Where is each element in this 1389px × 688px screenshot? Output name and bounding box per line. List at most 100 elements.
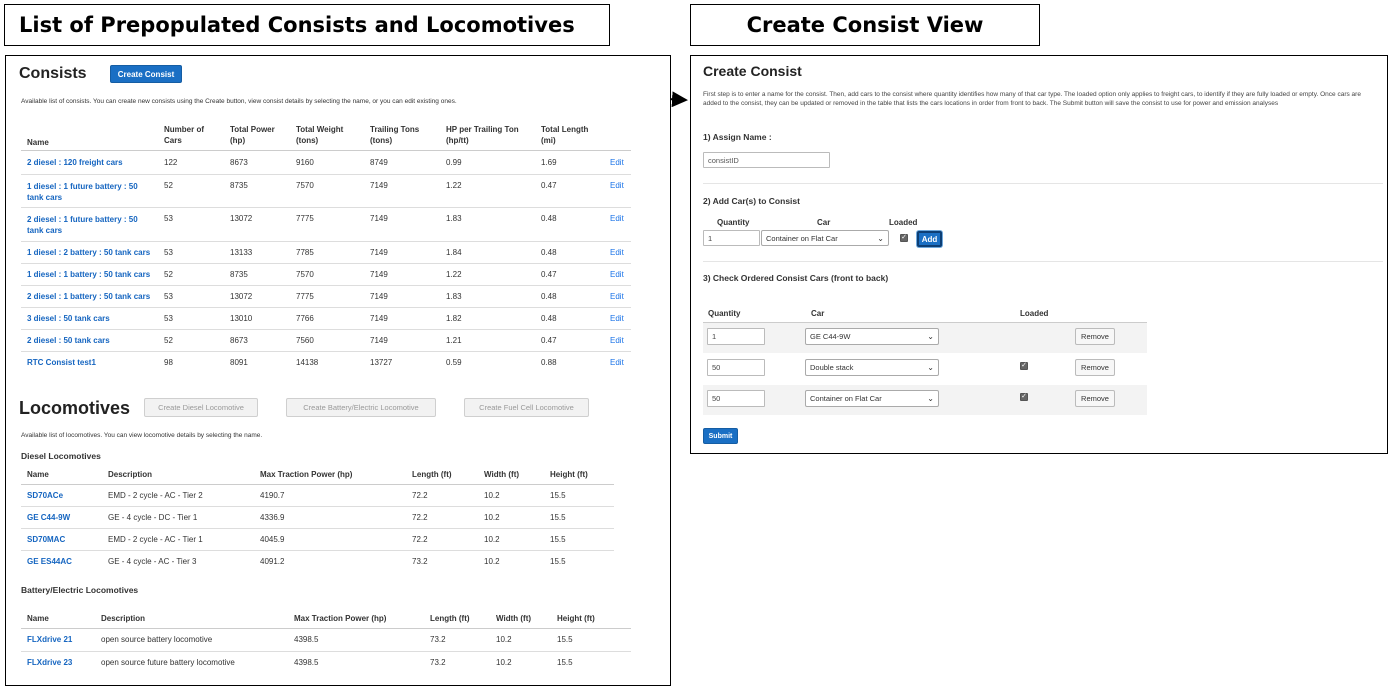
ordered-col-car: Car [811,309,825,318]
ordered-quantity-input[interactable]: 50 [707,359,765,376]
cell-trailing: 13727 [370,358,393,367]
cell-weight: 7775 [296,292,314,301]
consist-link[interactable]: 2 diesel : 1 future battery : 50 tank ca… [27,214,152,236]
edit-link[interactable]: Edit [610,158,624,167]
cell-description: GE - 4 cycle - DC - Tier 1 [108,513,198,522]
locomotives-heading: Locomotives [19,398,131,418]
ordered-col-quantity: Quantity [708,309,741,318]
add-car-select[interactable]: Container on Flat Car ⌄ [761,230,889,246]
loaded-checkbox[interactable]: ✓ [1020,393,1028,401]
ordered-car-select-value: Container on Flat Car [810,394,882,403]
locomotive-link[interactable]: GE C44-9W [27,513,70,522]
cell-trailing: 7149 [370,214,388,223]
row-divider [21,207,631,208]
cell-hppt: 0.99 [446,158,462,167]
create-diesel-locomotive-button[interactable]: Create Diesel Locomotive [144,398,258,417]
col-header-power: Total Power (hp) [230,125,275,145]
battery-col-height: Height (ft) [557,614,595,623]
cell-power: 13133 [230,248,253,257]
consist-link[interactable]: 2 diesel : 1 battery : 50 tank cars [27,292,150,301]
col-header-length: Total Length (mi) [541,125,589,145]
consist-name-input[interactable]: consistID [703,152,830,168]
cell-power: 4398.5 [294,635,319,644]
consist-link[interactable]: RTC Consist test1 [27,358,96,367]
create-battery-locomotive-button[interactable]: Create Battery/Electric Locomotive [286,398,436,417]
cell-cars: 53 [164,314,173,323]
add-quantity-input[interactable]: 1 [703,230,760,246]
consist-link[interactable]: 1 diesel : 1 battery : 50 tank cars [27,270,150,279]
locomotive-link[interactable]: SD70ACe [27,491,63,500]
edit-link[interactable]: Edit [610,270,624,279]
cell-cars: 53 [164,214,173,223]
edit-link[interactable]: Edit [610,214,624,223]
cell-weight: 7785 [296,248,314,257]
cell-cars: 52 [164,270,173,279]
cell-weight: 7570 [296,181,314,190]
diesel-col-name: Name [27,470,49,479]
locomotive-link[interactable]: GE ES44AC [27,557,72,566]
cell-cars: 53 [164,248,173,257]
header-divider [21,628,631,629]
cell-hppt: 1.83 [446,292,462,301]
cell-power: 8673 [230,336,248,345]
edit-link[interactable]: Edit [610,181,624,190]
cell-height: 15.5 [550,557,566,566]
create-consist-button[interactable]: Create Consist [110,65,182,83]
diesel-col-height: Height (ft) [550,470,588,479]
row-divider [21,351,631,352]
create-consist-heading: Create Consist [703,63,802,79]
add-loaded-checkbox[interactable]: ✓ [900,234,908,242]
locomotive-link[interactable]: FLXdrive 23 [27,658,72,667]
cell-cars: 122 [164,158,178,167]
col-header-weight: Total Weight (tons) [296,125,344,145]
cell-length: 0.47 [541,270,557,279]
consist-link[interactable]: 3 diesel : 50 tank cars [27,314,110,323]
add-col-loaded: Loaded [889,218,918,227]
row-divider [21,506,614,507]
diesel-col-width: Width (ft) [484,470,520,479]
header-divider [21,150,631,151]
cell-description: GE - 4 cycle - AC - Tier 3 [108,557,197,566]
edit-link[interactable]: Edit [610,248,624,257]
remove-button[interactable]: Remove [1075,359,1115,376]
cell-length: 73.2 [430,635,446,644]
cell-length: 73.2 [430,658,446,667]
remove-button[interactable]: Remove [1075,328,1115,345]
cell-power: 4398.5 [294,658,319,667]
ordered-quantity-input[interactable]: 50 [707,390,765,407]
section-divider [703,261,1383,262]
consist-link[interactable]: 2 diesel : 120 freight cars [27,158,123,167]
cell-power: 4045.9 [260,535,285,544]
section-divider [703,183,1383,184]
consists-description: Available list of consists. You can crea… [21,98,457,105]
edit-link[interactable]: Edit [610,336,624,345]
cell-length: 0.48 [541,292,557,301]
cell-trailing: 7149 [370,292,388,301]
ordered-car-select[interactable]: GE C44-9W ⌄ [805,328,939,345]
col-header-hppt: HP per Trailing Ton (hp/tt) [446,125,519,145]
edit-link[interactable]: Edit [610,358,624,367]
consist-link[interactable]: 1 diesel : 2 battery : 50 tank cars [27,248,150,257]
locomotive-link[interactable]: FLXdrive 21 [27,635,72,644]
edit-link[interactable]: Edit [610,314,624,323]
consist-link[interactable]: 2 diesel : 50 tank cars [27,336,110,345]
cell-power: 8673 [230,158,248,167]
step2-label: 2) Add Car(s) to Consist [703,196,800,206]
cell-hppt: 1.22 [446,181,462,190]
row-divider [21,528,614,529]
edit-link[interactable]: Edit [610,292,624,301]
submit-button[interactable]: Submit [703,428,738,444]
loaded-checkbox[interactable]: ✓ [1020,362,1028,370]
ordered-car-select[interactable]: Double stack ⌄ [805,359,939,376]
consist-link[interactable]: 1 diesel : 1 future battery : 50 tank ca… [27,181,152,203]
cell-height: 15.5 [557,658,573,667]
remove-button[interactable]: Remove [1075,390,1115,407]
step1-label: 1) Assign Name : [703,132,772,142]
add-button[interactable]: Add [917,231,942,247]
ordered-quantity-input[interactable]: 1 [707,328,765,345]
chevron-down-icon: ⌄ [927,394,934,403]
ordered-car-select[interactable]: Container on Flat Car ⌄ [805,390,939,407]
locomotive-link[interactable]: SD70MAC [27,535,65,544]
ordered-car-select-value: GE C44-9W [810,332,851,341]
create-fuel-cell-locomotive-button[interactable]: Create Fuel Cell Locomotive [464,398,589,417]
